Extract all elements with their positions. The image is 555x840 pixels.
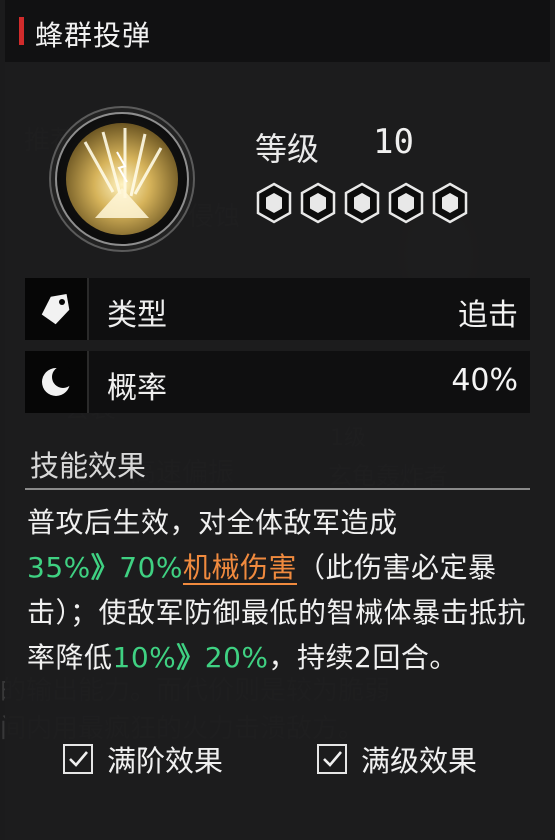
skill-effect-description: 普攻后生效，对全体敌军造成 35%》70%机械伤害（此伤害必定暴击）；使敌军防御最… xyxy=(27,500,537,680)
effect-text: 普攻后生效，对全体敌军造成 xyxy=(27,506,398,539)
tier-hex-icon xyxy=(300,182,336,224)
skill-title: 蜂群投弹 xyxy=(35,19,152,52)
value-to: 70% xyxy=(119,551,183,584)
full-level-toggle[interactable]: 满级效果 xyxy=(317,738,477,780)
tier-hex-icon xyxy=(256,182,292,224)
level-value: 10 xyxy=(373,122,414,162)
upgrade-arrow-icon: 》 xyxy=(90,551,120,584)
header-accent-bar xyxy=(19,17,24,45)
type-value: 追击 xyxy=(458,298,518,333)
chance-label: 概率 xyxy=(107,371,167,406)
skill-effect-title: 技能效果 xyxy=(30,449,147,483)
upgrade-arrow-icon: 》 xyxy=(176,641,205,674)
moon-icon xyxy=(25,351,89,413)
checkbox[interactable] xyxy=(63,744,93,774)
value-to: 20% xyxy=(204,641,269,674)
full-level-label: 满级效果 xyxy=(361,744,478,778)
value-from: 35% xyxy=(27,551,91,584)
effect-text: ，持续2回合。 xyxy=(268,641,458,674)
upgrade-tier-indicators xyxy=(255,182,469,224)
type-label: 类型 xyxy=(107,298,167,333)
checkmark-icon xyxy=(69,751,88,767)
tier-hex-icon xyxy=(344,182,380,224)
skill-detail-popup: 蜂群投弹 等级 10 类型 追击 概率 40% 技能效果 普攻后生效，对全体敌军… xyxy=(5,0,550,840)
tier-hex-icon xyxy=(432,182,468,224)
section-divider xyxy=(25,488,530,490)
chance-row: 概率 40% xyxy=(25,351,530,413)
level-label: 等级 xyxy=(255,130,320,168)
full-tier-toggle[interactable]: 满阶效果 xyxy=(63,738,223,780)
tag-icon xyxy=(25,278,89,340)
type-row: 类型 追击 xyxy=(25,278,530,340)
checkbox[interactable] xyxy=(317,744,347,774)
full-tier-label: 满阶效果 xyxy=(107,744,224,778)
value-from: 10% xyxy=(112,641,177,674)
popup-header: 蜂群投弹 xyxy=(5,0,550,62)
tier-hex-icon xyxy=(388,182,424,224)
damage-type-link[interactable]: 机械伤害 xyxy=(183,551,297,584)
swarm-bomb-skill-icon xyxy=(55,112,189,246)
chance-value: 40% xyxy=(451,363,518,398)
checkmark-icon xyxy=(323,751,342,767)
